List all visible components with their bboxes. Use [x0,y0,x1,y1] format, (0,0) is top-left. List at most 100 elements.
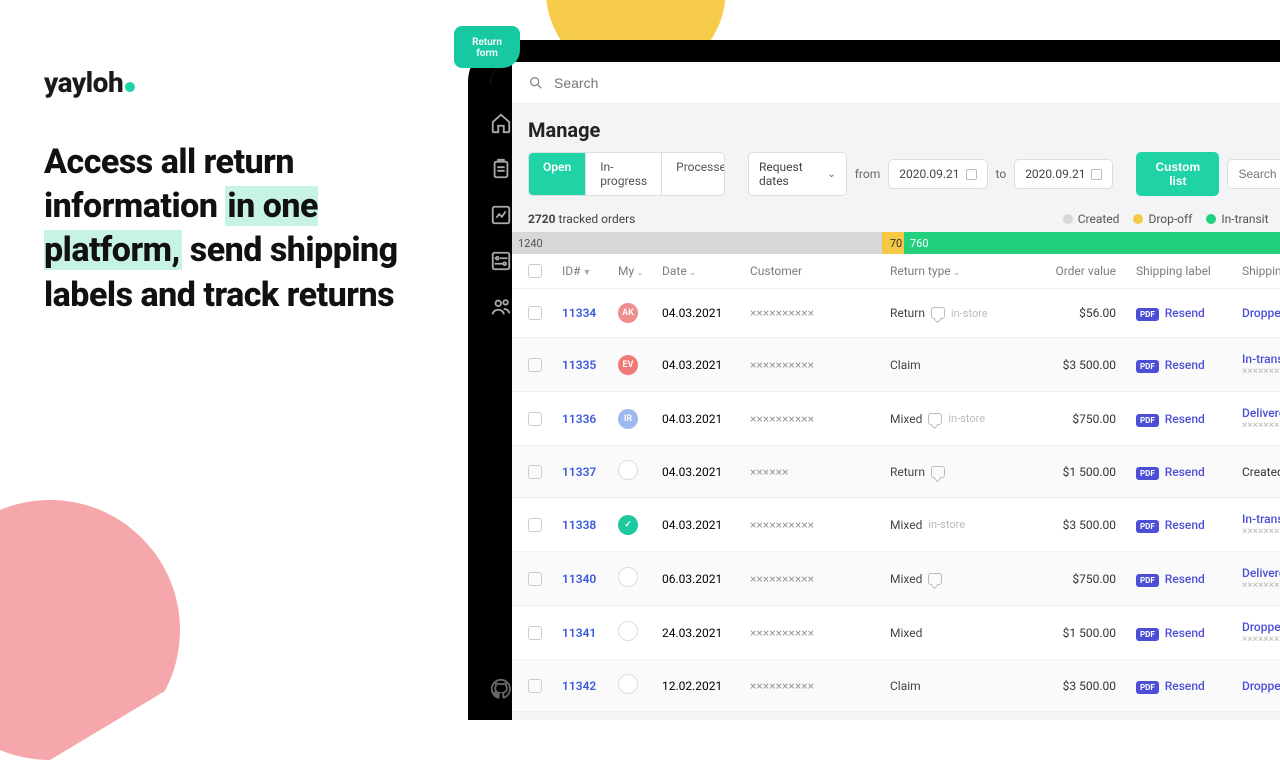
resend-link[interactable]: Resend [1165,679,1205,693]
pdf-badge: PDF [1136,414,1159,427]
col-shipping-label[interactable]: Shipping label [1116,264,1222,278]
segment-dropoff: 70 [882,232,904,254]
resend-link[interactable]: Resend [1165,306,1205,320]
resend-link[interactable]: Resend [1165,465,1205,479]
resend-link[interactable]: Resend [1165,518,1205,532]
date-to-input[interactable]: 2020.09.21 [1014,159,1113,189]
row-checkbox[interactable] [528,412,542,426]
cell-shipping-label: PDF Resend [1116,572,1222,586]
avatar-empty [618,567,638,587]
home-icon[interactable] [490,112,512,134]
cell-shipping-label: PDF Resend [1116,412,1222,426]
clipboard-icon[interactable] [490,158,512,180]
chevron-down-icon: ⌄ [827,169,835,180]
cell-shipping-status: In-transit×××××××××× [1222,352,1280,377]
chat-icon [928,413,942,425]
cell-return-type: Mixed [890,572,1020,586]
cell-customer: ×××××××××× [750,412,890,426]
row-checkbox[interactable] [528,679,542,693]
row-checkbox[interactable] [528,465,542,479]
avatar: IR [618,409,638,429]
brand-logo: yayloh [44,66,135,99]
order-id-link[interactable]: 11340 [562,572,618,586]
cell-shipping-label: PDF Resend [1116,465,1222,479]
from-label: from [855,167,881,181]
cell-order-value: $3 500.00 [1020,679,1116,693]
table-row[interactable]: 11341 24.03.2021 ×××××××××× Mixed $1 500… [512,606,1280,660]
cell-return-type: Claim [890,358,1020,372]
table-row[interactable]: 11338 ✓ 04.03.2021 ×××××××××× Mixed in-s… [512,498,1280,552]
order-id-link[interactable]: 11334 [562,306,618,320]
cell-return-type: Mixed [890,626,1020,640]
tab-in-progress[interactable]: In-progress [586,153,662,195]
resend-link[interactable]: Resend [1165,412,1205,426]
date-from-input[interactable]: 2020.09.21 [888,159,987,189]
order-id-link[interactable]: 11338 [562,518,618,532]
col-my[interactable]: My⌄ [618,264,662,278]
page-title: Manage [512,104,1280,152]
pdf-badge: PDF [1136,467,1159,480]
sliders-icon[interactable] [490,250,512,272]
main-panel: Manage Open In-progress Processed Reques… [512,62,1280,720]
order-id-link[interactable]: 11335 [562,358,618,372]
row-checkbox[interactable] [528,306,542,320]
table-row[interactable]: 11340 06.03.2021 ×××××××××× Mixed $750.0… [512,552,1280,606]
col-return-type[interactable]: Return type⌄ [890,264,1020,278]
pdf-badge: PDF [1136,520,1159,533]
return-form-tab[interactable]: Return form [454,26,520,68]
to-label: to [996,167,1007,181]
tab-processed[interactable]: Processed [662,153,725,195]
pdf-badge: PDF [1136,574,1159,587]
select-all-checkbox[interactable] [528,264,542,278]
cell-order-value: $3 500.00 [1020,518,1116,532]
resend-link[interactable]: Resend [1165,626,1205,640]
resend-link[interactable]: Resend [1165,358,1205,372]
cell-order-value: $1 500.00 [1020,465,1116,479]
cell-return-type: Return [890,465,1020,479]
device-frame: Return form Manage Open In-progress Proc… [468,40,1280,720]
row-checkbox[interactable] [528,518,542,532]
col-date[interactable]: Date⌄ [662,264,750,278]
row-checkbox[interactable] [528,572,542,586]
avatar: EV [618,355,638,375]
order-id-link[interactable]: 11342 [562,679,618,693]
avatar-empty [618,460,638,480]
resend-link[interactable]: Resend [1165,572,1205,586]
cell-customer: ×××××××××× [750,358,890,372]
table-row[interactable]: 11342 12.02.2021 ×××××××××× Claim $3 500… [512,660,1280,712]
dot-intransit [1206,214,1216,224]
col-customer[interactable]: Customer [750,264,890,278]
segment-created: 1240 [512,232,882,254]
order-id-link[interactable]: 11337 [562,465,618,479]
users-icon[interactable] [490,296,512,318]
col-shipping-status[interactable]: Shipping st [1222,264,1280,278]
custom-list-button[interactable]: Custom list [1136,152,1219,196]
tab-open[interactable]: Open [529,153,586,195]
filter-search-input[interactable] [1227,159,1280,189]
chat-icon [931,466,945,478]
row-checkbox[interactable] [528,358,542,372]
tracked-summary-row: 2720 tracked orders Created Drop-off In-… [512,206,1280,232]
avatar-empty [618,674,638,694]
cell-date: 04.03.2021 [662,518,750,532]
github-icon[interactable] [490,678,512,700]
table-row[interactable]: 11335 EV 04.03.2021 ×××××××××× Claim $3 … [512,338,1280,392]
table-row[interactable]: 11334 AK 04.03.2021 ×××××××××× Return in… [512,289,1280,338]
avatar: AK [618,303,638,323]
cell-order-value: $750.00 [1020,412,1116,426]
row-checkbox[interactable] [528,626,542,640]
cell-return-type: Mixed in-store [890,412,1020,426]
table-row[interactable]: 11336 IR 04.03.2021 ×××××××××× Mixed in-… [512,392,1280,446]
order-id-link[interactable]: 11336 [562,412,618,426]
order-id-link[interactable]: 11341 [562,626,618,640]
global-search-input[interactable] [554,75,1280,91]
pdf-badge: PDF [1136,628,1159,641]
col-id[interactable]: ID#▼ [562,264,618,278]
request-dates-dropdown[interactable]: Request dates⌄ [748,152,847,196]
table-body: 11334 AK 04.03.2021 ×××××××××× Return in… [512,289,1280,712]
chart-icon[interactable] [490,204,512,226]
table-row[interactable]: 11337 04.03.2021 ×××××× Return $1 500.00… [512,446,1280,498]
chat-icon [928,573,942,585]
col-order-value[interactable]: Order value [1020,264,1116,278]
cell-date: 04.03.2021 [662,306,750,320]
